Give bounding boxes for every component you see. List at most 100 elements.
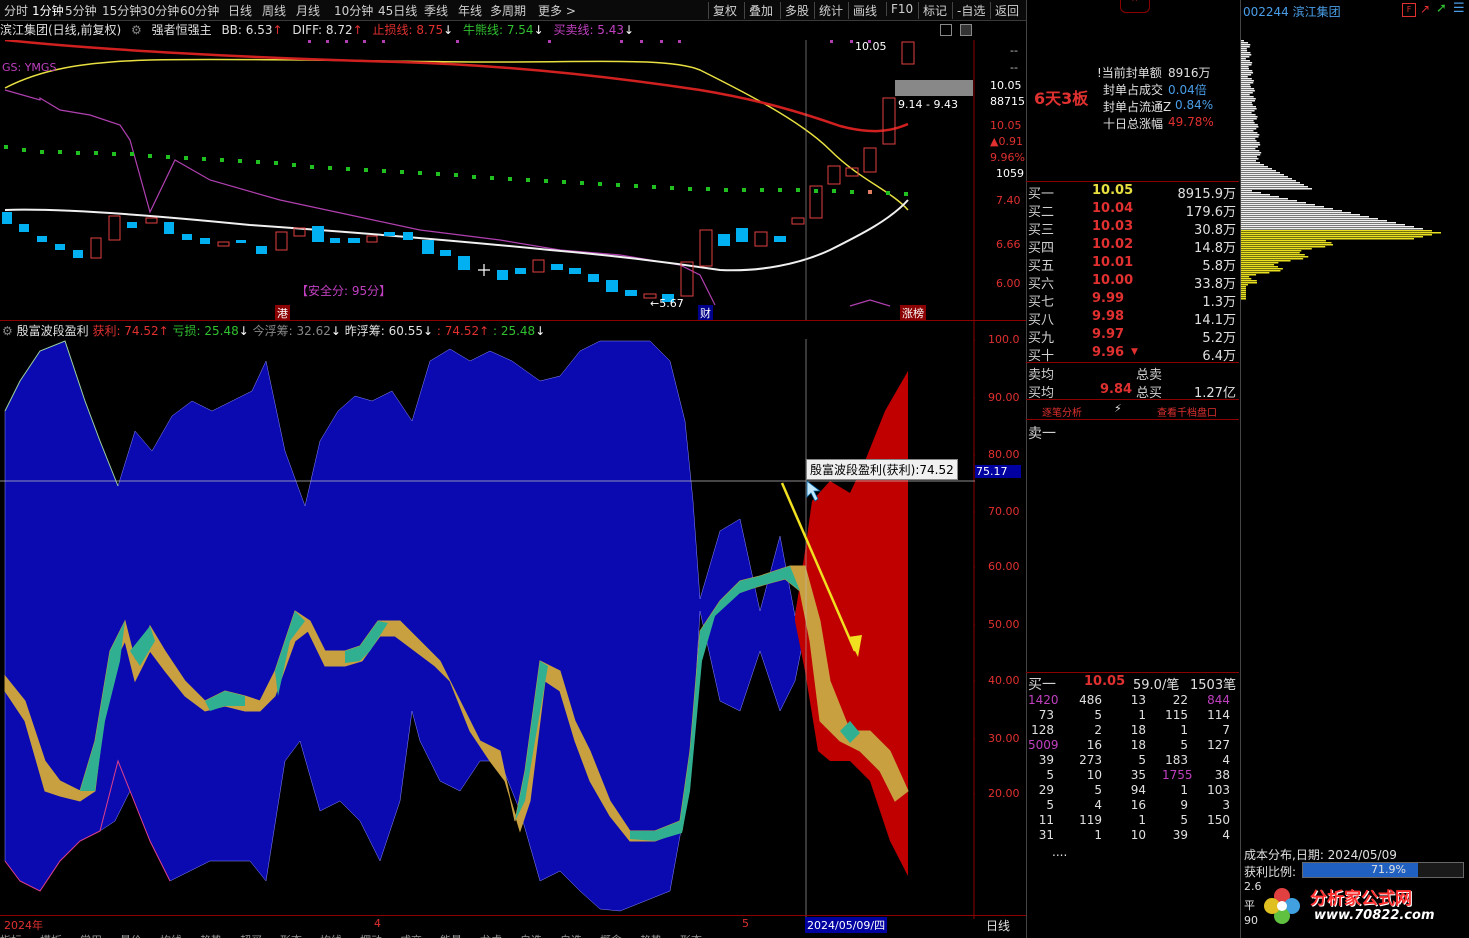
limit-up-list-marker[interactable]: 涨榜 bbox=[900, 305, 926, 321]
bottom-tab[interactable]: 量价 bbox=[120, 934, 142, 938]
cost-extra-1: 2.6 bbox=[1244, 880, 1262, 893]
bid-row-7[interactable]: 买七 9.99 1.3万 bbox=[1028, 291, 1238, 310]
stats-button[interactable]: 统计 bbox=[814, 2, 843, 19]
chart-arrow-icon[interactable]: ↗ bbox=[1420, 2, 1430, 16]
hk-marker[interactable]: 港 bbox=[275, 305, 290, 321]
arrow-icon[interactable]: ➚ bbox=[1436, 1, 1447, 16]
bid-row-4[interactable]: 买四 10.02 14.8万 bbox=[1028, 237, 1238, 256]
chip-bar bbox=[1241, 256, 1309, 258]
date-month-4: 4 bbox=[374, 917, 381, 930]
tab-30min[interactable]: 30分钟 bbox=[140, 2, 179, 19]
bottom-tab[interactable]: 常用 bbox=[80, 934, 102, 938]
tab-5min[interactable]: 5分钟 bbox=[65, 2, 97, 19]
queue-cell: 73 bbox=[1038, 708, 1054, 722]
chip-bar bbox=[1241, 278, 1252, 280]
bid-row-1[interactable]: 买一 10.05 8915.9万 bbox=[1028, 183, 1238, 202]
multi-stock-button[interactable]: 多股 bbox=[780, 2, 809, 19]
chip-bar bbox=[1241, 270, 1281, 272]
pct-axis-label: 9.96% bbox=[990, 151, 1025, 164]
bottom-tab[interactable]: 自选 bbox=[520, 934, 542, 938]
collapse-button[interactable]: ⌃ bbox=[1120, 0, 1150, 13]
chip-bar bbox=[1241, 296, 1246, 298]
bottom-tab[interactable]: 均线 bbox=[320, 934, 342, 938]
bid-row-9[interactable]: 买九 9.97 5.2万 bbox=[1028, 327, 1238, 346]
tab-1min[interactable]: 1分钟 bbox=[32, 2, 64, 19]
price-highlight-box bbox=[895, 80, 973, 96]
crosshair-tooltip: 殷富波段盈利(获利):74.52 bbox=[806, 459, 958, 480]
bottom-tab[interactable]: 指标 bbox=[0, 934, 22, 938]
restore-right-button[interactable]: 复权 bbox=[708, 2, 737, 19]
bottom-tab[interactable]: 形态 bbox=[280, 934, 302, 938]
bottom-tab[interactable]: 摆动 bbox=[360, 934, 382, 938]
crosshair-value-tag: 75.17 bbox=[975, 465, 1021, 478]
back-button[interactable]: 返回 bbox=[990, 2, 1019, 19]
queue-cell: 114 bbox=[1207, 708, 1230, 722]
band-profit-indicator-chart[interactable] bbox=[0, 320, 975, 920]
settings-icon[interactable]: ⚙ bbox=[131, 23, 142, 37]
tab-15min[interactable]: 15分钟 bbox=[102, 2, 141, 19]
tab-monthly[interactable]: 月线 bbox=[296, 2, 320, 19]
bid-row-3[interactable]: 买三 10.03 30.8万 bbox=[1028, 219, 1238, 238]
bid-row-2[interactable]: 买二 10.04 179.6万 bbox=[1028, 201, 1238, 220]
bottom-tab[interactable]: 形态 bbox=[680, 934, 702, 938]
axis-dash: -- bbox=[1010, 61, 1018, 74]
overlay-button[interactable]: 叠加 bbox=[744, 2, 773, 19]
bottom-tab[interactable]: 趋势 bbox=[640, 934, 662, 938]
watchlist-button[interactable]: -自选 bbox=[952, 2, 985, 19]
profit-ratio-label: 获利比例: bbox=[1244, 865, 1297, 879]
queue-cell: 150 bbox=[1207, 813, 1230, 827]
chip-bar bbox=[1241, 40, 1244, 42]
bid-row-5[interactable]: 买五 10.01 5.8万 bbox=[1028, 255, 1238, 274]
thousand-level-link[interactable]: 查看千档盘口 bbox=[1157, 404, 1217, 419]
chip-bar bbox=[1241, 116, 1258, 118]
chip-bar bbox=[1241, 276, 1250, 278]
bottom-tab[interactable]: 概念 bbox=[600, 934, 622, 938]
stock-title: 滨江集团(日线,前复权) bbox=[0, 23, 122, 37]
bottom-tab[interactable]: 超买 bbox=[240, 934, 262, 938]
indicator-name[interactable]: 强者恒强主 bbox=[152, 23, 212, 37]
tab-year[interactable]: 年线 bbox=[458, 2, 482, 19]
seal-ratio-label: 封单占成交 bbox=[1103, 83, 1164, 97]
minimize-icon[interactable] bbox=[940, 24, 952, 36]
chip-bar bbox=[1241, 208, 1333, 210]
period-label[interactable]: 日线 bbox=[986, 917, 1010, 934]
bid-row-6[interactable]: 买六 10.00 33.8万 bbox=[1028, 273, 1238, 292]
tab-60min[interactable]: 60分钟 bbox=[180, 2, 219, 19]
tab-quarter[interactable]: 季线 bbox=[424, 2, 448, 19]
tab-more[interactable]: 更多 > bbox=[538, 2, 576, 19]
finance-marker[interactable]: 财 bbox=[698, 305, 713, 321]
mark-button[interactable]: 标记 bbox=[918, 2, 947, 19]
down-arrow-icon: ↓ bbox=[443, 23, 454, 37]
document-icon[interactable]: F bbox=[1402, 3, 1416, 17]
tab-45day[interactable]: 45日线 bbox=[378, 2, 417, 19]
tab-10min[interactable]: 10分钟 bbox=[334, 2, 373, 19]
chip-bar bbox=[1241, 210, 1342, 212]
tab-weekly[interactable]: 周线 bbox=[262, 2, 286, 19]
tab-daily[interactable]: 日线 bbox=[228, 2, 252, 19]
bottom-tab[interactable]: 趋势 bbox=[200, 934, 222, 938]
chip-bar bbox=[1241, 292, 1246, 294]
bid-row-8[interactable]: 买八 9.98 14.1万 bbox=[1028, 309, 1238, 328]
date-axis-line bbox=[0, 915, 1026, 916]
candlestick-chart[interactable] bbox=[0, 40, 975, 320]
queue-label: 买一 bbox=[1028, 677, 1056, 693]
tick-analysis-link[interactable]: 逐笔分析 bbox=[1042, 404, 1082, 419]
chip-bar bbox=[1241, 148, 1256, 150]
chip-bar bbox=[1241, 266, 1279, 268]
maximize-icon[interactable] bbox=[960, 24, 972, 36]
bottom-tab[interactable]: 成交 bbox=[400, 934, 422, 938]
f10-button[interactable]: F10 bbox=[886, 2, 913, 16]
bottom-tab[interactable]: 模板 bbox=[40, 934, 62, 938]
lightning-icon[interactable]: ⚡ bbox=[1114, 402, 1122, 415]
bottom-tab[interactable]: 自选 bbox=[560, 934, 582, 938]
draw-button[interactable]: 画线 bbox=[848, 2, 877, 19]
chip-bar bbox=[1241, 258, 1304, 260]
chip-bar bbox=[1241, 200, 1297, 202]
tab-multi-period[interactable]: 多周期 bbox=[490, 2, 526, 19]
bottom-tab[interactable]: 能量 bbox=[440, 934, 462, 938]
bottom-tab[interactable]: 龙虎 bbox=[480, 934, 502, 938]
list-icon[interactable]: ☰ bbox=[1453, 1, 1465, 16]
chip-bar bbox=[1241, 214, 1360, 216]
tab-fenshi[interactable]: 分时 bbox=[4, 2, 28, 19]
bottom-tab[interactable]: 均线 bbox=[160, 934, 182, 938]
